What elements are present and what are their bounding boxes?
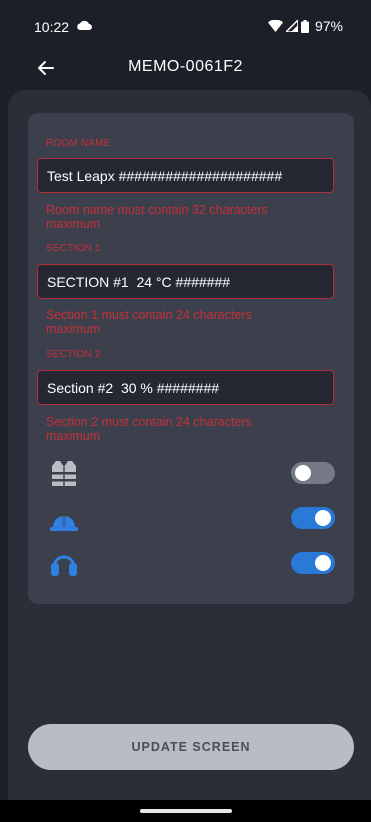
room-name-error: Room name must contain 32 characters max…	[46, 203, 268, 231]
section-1-label: SECTION 1	[46, 243, 101, 254]
room-name-input[interactable]	[37, 158, 334, 193]
vest-toggle[interactable]	[291, 462, 335, 484]
cloud-icon	[77, 20, 92, 30]
status-time: 10:22	[34, 19, 70, 35]
wifi-icon	[267, 20, 283, 32]
navigation-bar	[0, 800, 371, 822]
page-title: MEMO-0061F2	[128, 58, 243, 75]
safety-vest-icon	[52, 461, 76, 486]
toggle-knob	[315, 510, 331, 526]
status-icons: 97%	[267, 18, 343, 34]
section-2-error: Section 2 must contain 24 characters max…	[46, 415, 252, 443]
section-1-input[interactable]	[37, 264, 334, 299]
battery-percent: 97%	[314, 18, 343, 34]
section-1-error: Section 1 must contain 24 characters max…	[46, 308, 252, 336]
home-indicator[interactable]	[140, 809, 232, 813]
section-2-label: SECTION 2	[46, 349, 101, 360]
ear-protection-icon	[51, 555, 77, 576]
toggle-knob	[315, 555, 331, 571]
status-bar: 10:22 97%	[0, 0, 371, 52]
ear-protection-toggle[interactable]	[291, 552, 335, 574]
toggle-knob	[295, 465, 311, 481]
hard-hat-icon	[50, 513, 78, 531]
hard-hat-toggle[interactable]	[291, 507, 335, 529]
app-bar: MEMO-0061F2	[0, 52, 371, 90]
section-2-input[interactable]	[37, 370, 334, 405]
signal-icon	[285, 20, 298, 32]
update-screen-button[interactable]: UPDATE SCREEN	[28, 724, 354, 770]
room-name-label: ROOM NAME	[46, 138, 111, 149]
battery-icon	[300, 19, 309, 33]
